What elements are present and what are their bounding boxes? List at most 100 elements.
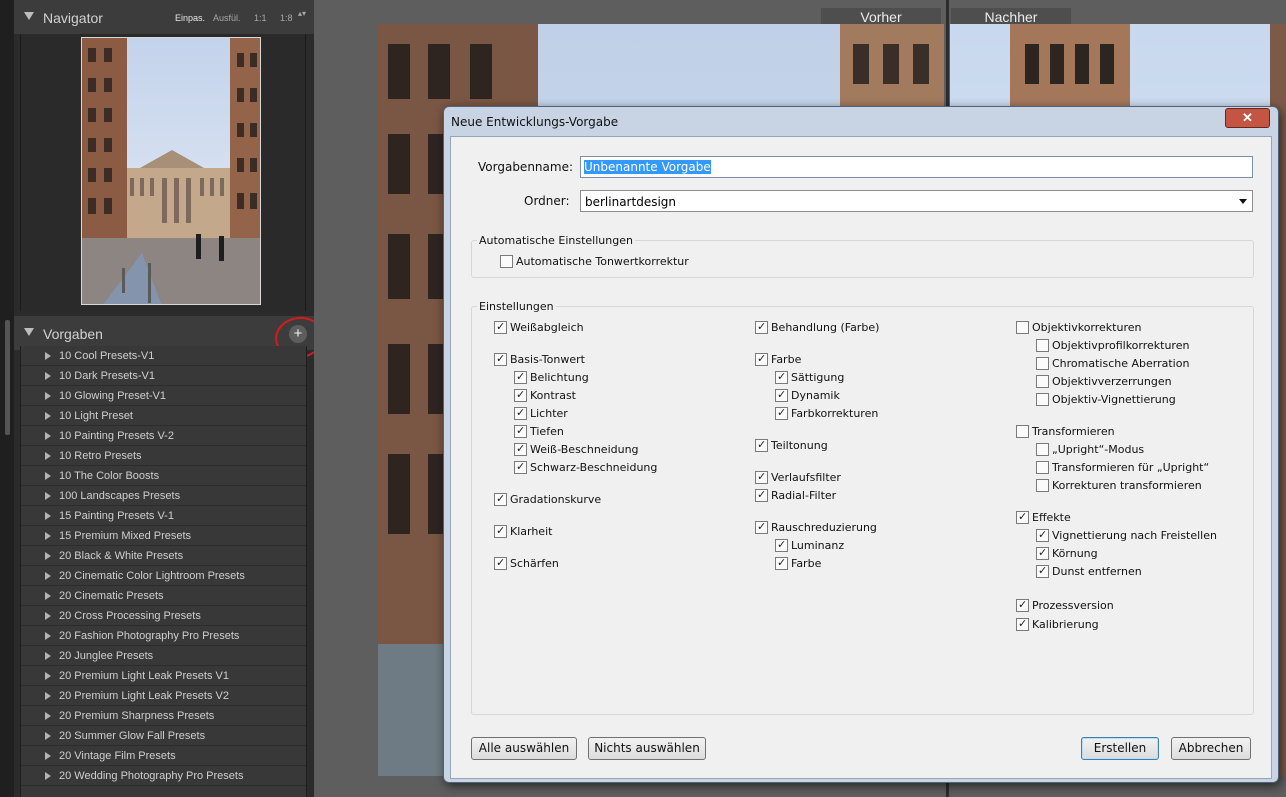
- noise-reduction-checkbox[interactable]: Rauschreduzierung: [755, 520, 877, 535]
- add-preset-button[interactable]: +: [289, 325, 307, 343]
- color-adjustments-checkbox[interactable]: Farbkorrekturen: [775, 406, 878, 421]
- preset-folder-item[interactable]: 20 Cross Processing Presets: [21, 606, 306, 626]
- upright-mode-checkbox[interactable]: „Upright“-Modus: [1036, 443, 1144, 457]
- zoom-dropdown-icon[interactable]: ▴▾: [298, 10, 306, 18]
- highlights-checkbox[interactable]: Lichter: [514, 406, 568, 421]
- expand-triangle-icon[interactable]: [45, 592, 51, 600]
- luminance-checkbox[interactable]: Luminanz: [775, 538, 844, 553]
- calibration-checkbox[interactable]: Kalibrierung: [1016, 617, 1099, 632]
- panel-scrollbar[interactable]: [5, 320, 10, 435]
- expand-triangle-icon[interactable]: [45, 632, 51, 640]
- expand-triangle-icon[interactable]: [45, 652, 51, 660]
- preset-folder-item[interactable]: 20 Premium Sharpness Presets: [21, 706, 306, 726]
- preset-folder-item[interactable]: 20 Cinematic Color Lightroom Presets: [21, 566, 306, 586]
- preset-folder-item[interactable]: 10 Cool Presets-V1: [21, 346, 306, 366]
- preset-folder-item[interactable]: 10 Retro Presets: [21, 446, 306, 466]
- expand-triangle-icon[interactable]: [45, 732, 51, 740]
- dehaze-checkbox[interactable]: Dunst entfernen: [1036, 564, 1142, 579]
- expand-triangle-icon[interactable]: [45, 412, 51, 420]
- expand-triangle-icon[interactable]: [45, 572, 51, 580]
- white-clipping-checkbox[interactable]: Weiß-Beschneidung: [514, 442, 639, 457]
- expand-triangle-icon[interactable]: [45, 392, 51, 400]
- preset-folder-item[interactable]: 15 Premium Mixed Presets: [21, 526, 306, 546]
- preset-folder-item[interactable]: 20 Junglee Presets: [21, 646, 306, 666]
- dropdown-arrow-icon[interactable]: [1239, 199, 1247, 204]
- transform-adjustments-checkbox[interactable]: Korrekturen transformieren: [1036, 479, 1202, 493]
- create-button[interactable]: Erstellen: [1081, 737, 1159, 760]
- expand-triangle-icon[interactable]: [45, 492, 51, 500]
- expand-triangle-icon[interactable]: [45, 432, 51, 440]
- preset-folder-item[interactable]: 10 Light Preset: [21, 406, 306, 426]
- expand-triangle-icon[interactable]: [45, 612, 51, 620]
- process-version-checkbox[interactable]: Prozessversion: [1016, 598, 1114, 613]
- clarity-checkbox[interactable]: Klarheit: [494, 524, 552, 539]
- noise-color-checkbox[interactable]: Farbe: [775, 556, 821, 571]
- preset-folder-item[interactable]: 20 Wedding Photography Pro Presets: [21, 766, 306, 786]
- expand-triangle-icon[interactable]: [45, 712, 51, 720]
- expand-triangle-icon[interactable]: [45, 752, 51, 760]
- treatment-color-checkbox[interactable]: Behandlung (Farbe): [755, 320, 879, 335]
- grain-checkbox[interactable]: Körnung: [1036, 546, 1098, 561]
- preset-folder-item[interactable]: 20 Cinematic Presets: [21, 586, 306, 606]
- color-checkbox[interactable]: Farbe: [755, 352, 801, 367]
- radial-filter-checkbox[interactable]: Radial-Filter: [755, 488, 836, 503]
- preset-folder-item[interactable]: 20 Premium Light Leak Presets V1: [21, 666, 306, 686]
- expand-triangle-icon[interactable]: [45, 672, 51, 680]
- preset-folder-item[interactable]: 20 Premium Light Leak Presets V2: [21, 686, 306, 706]
- lens-distortion-checkbox[interactable]: Objektivverzerrungen: [1036, 375, 1172, 389]
- exposure-checkbox[interactable]: Belichtung: [514, 370, 589, 385]
- lens-vignetting-checkbox[interactable]: Objektiv-Vignettierung: [1036, 393, 1176, 407]
- preset-folder-item[interactable]: 100 Landscapes Presets: [21, 486, 306, 506]
- preset-folder-item[interactable]: 20 Fashion Photography Pro Presets: [21, 626, 306, 646]
- presets-header[interactable]: Vorgaben: [14, 316, 314, 350]
- folder-select[interactable]: berlinartdesign: [580, 190, 1253, 212]
- vibrance-checkbox[interactable]: Dynamik: [775, 388, 840, 403]
- expand-triangle-icon[interactable]: [45, 452, 51, 460]
- effects-checkbox[interactable]: Effekte: [1016, 510, 1071, 525]
- zoom-1-8[interactable]: 1:8: [280, 13, 293, 23]
- preset-folder-item[interactable]: 15 Painting Presets V-1: [21, 506, 306, 526]
- upright-transforms-checkbox[interactable]: Transformieren für „Upright“: [1036, 461, 1209, 475]
- preset-name-input[interactable]: Unbenannte Vorgabe: [580, 156, 1253, 178]
- close-button[interactable]: ✕: [1225, 108, 1270, 128]
- preset-folder-item[interactable]: 20 Summer Glow Fall Presets: [21, 726, 306, 746]
- chromatic-aberration-checkbox[interactable]: Chromatische Aberration: [1036, 357, 1189, 371]
- zoom-fill[interactable]: Ausfül.: [213, 13, 241, 23]
- navigator-thumbnail[interactable]: [81, 37, 261, 305]
- expand-triangle-icon[interactable]: [45, 772, 51, 780]
- select-all-button[interactable]: Alle auswählen: [471, 737, 577, 760]
- transform-checkbox[interactable]: Transformieren: [1016, 425, 1115, 439]
- contrast-checkbox[interactable]: Kontrast: [514, 388, 576, 403]
- lens-corrections-checkbox[interactable]: Objektivkorrekturen: [1016, 321, 1141, 335]
- expand-triangle-icon[interactable]: [45, 372, 51, 380]
- expand-triangle-icon[interactable]: [45, 552, 51, 560]
- expand-triangle-icon[interactable]: [45, 692, 51, 700]
- saturation-checkbox[interactable]: Sättigung: [775, 370, 844, 385]
- split-toning-checkbox[interactable]: Teiltonung: [755, 438, 828, 453]
- select-none-button[interactable]: Nichts auswählen: [588, 737, 706, 760]
- collapse-triangle-icon[interactable]: [24, 328, 34, 336]
- expand-triangle-icon[interactable]: [45, 352, 51, 360]
- preset-folder-item[interactable]: 20 Vintage Film Presets: [21, 746, 306, 766]
- collapse-triangle-icon[interactable]: [24, 12, 34, 20]
- preset-folder-item[interactable]: 20 Black & White Presets: [21, 546, 306, 566]
- shadows-checkbox[interactable]: Tiefen: [514, 424, 564, 439]
- basic-tone-checkbox[interactable]: Basis-Tonwert: [494, 352, 585, 367]
- expand-triangle-icon[interactable]: [45, 472, 51, 480]
- zoom-fit[interactable]: Einpas.: [175, 13, 205, 23]
- tone-curve-checkbox[interactable]: Gradationskurve: [494, 492, 601, 507]
- preset-folder-item[interactable]: 10 Dark Presets-V1: [21, 366, 306, 386]
- graduated-filter-checkbox[interactable]: Verlaufsfilter: [755, 470, 841, 485]
- lens-profile-checkbox[interactable]: Objektivprofilkorrekturen: [1036, 339, 1189, 353]
- auto-tone-checkbox[interactable]: Automatische Tonwertkorrektur: [500, 255, 689, 269]
- black-clipping-checkbox[interactable]: Schwarz-Beschneidung: [514, 460, 657, 475]
- white-balance-checkbox[interactable]: Weißabgleich: [494, 320, 584, 335]
- sharpening-checkbox[interactable]: Schärfen: [494, 556, 559, 571]
- expand-triangle-icon[interactable]: [45, 512, 51, 520]
- navigator-header[interactable]: Navigator Einpas. Ausfül. 1:1 1:8 ▴▾: [14, 0, 314, 34]
- zoom-1-1[interactable]: 1:1: [254, 13, 267, 23]
- cancel-button[interactable]: Abbrechen: [1171, 737, 1251, 760]
- post-crop-vignetting-checkbox[interactable]: Vignettierung nach Freistellen: [1036, 528, 1217, 543]
- expand-triangle-icon[interactable]: [45, 532, 51, 540]
- preset-folder-item[interactable]: 10 Glowing Preset-V1: [21, 386, 306, 406]
